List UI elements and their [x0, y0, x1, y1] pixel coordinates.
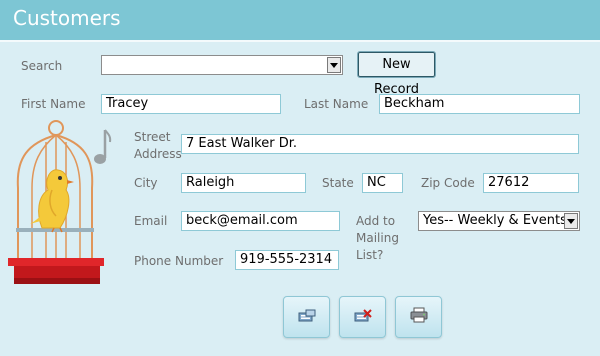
street-address-label: Street Address — [134, 130, 182, 161]
search-dropdown-button[interactable] — [327, 57, 341, 73]
chevron-down-icon — [330, 62, 338, 68]
mailing-list-dropdown-button[interactable] — [564, 213, 578, 229]
email-field[interactable]: beck@email.com — [181, 211, 340, 231]
first-name-label: First Name — [21, 97, 86, 111]
state-field[interactable]: NC — [362, 173, 403, 193]
delete-record-icon — [354, 308, 372, 327]
state-label: State — [322, 176, 354, 190]
search-combo[interactable] — [101, 55, 343, 75]
phone-number-label: Phone Number — [134, 254, 224, 268]
delete-record-button[interactable] — [339, 296, 386, 338]
header-divider — [0, 40, 600, 42]
save-record-button[interactable] — [283, 296, 330, 338]
music-note-icon — [94, 128, 112, 166]
new-record-button[interactable]: New Record — [357, 51, 436, 97]
email-label: Email — [134, 214, 168, 228]
print-icon — [410, 307, 428, 327]
save-record-icon — [298, 308, 316, 327]
last-name-label: Last Name — [304, 97, 369, 111]
zip-code-label: Zip Code — [421, 176, 475, 190]
mailing-list-label: Add to Mailing List? — [356, 214, 399, 262]
street-address-field[interactable]: 7 East Walker Dr. — [181, 134, 579, 154]
zip-code-field[interactable]: 27612 — [483, 173, 579, 193]
phone-number-field[interactable]: 919-555-2314 — [235, 250, 339, 270]
form-title: Customers — [13, 6, 121, 30]
form-header: Customers — [0, 0, 600, 40]
mailing-list-combo[interactable]: Yes-- Weekly & Events — [418, 211, 580, 231]
search-label: Search — [21, 59, 63, 73]
city-label: City — [134, 176, 158, 190]
last-name-field[interactable]: Beckham — [379, 94, 580, 114]
first-name-field[interactable]: Tracey — [101, 94, 281, 114]
mailing-list-value: Yes-- Weekly & Events — [423, 213, 567, 228]
chevron-down-icon — [567, 218, 575, 224]
city-field[interactable]: Raleigh — [181, 173, 306, 193]
print-button[interactable] — [395, 296, 442, 338]
